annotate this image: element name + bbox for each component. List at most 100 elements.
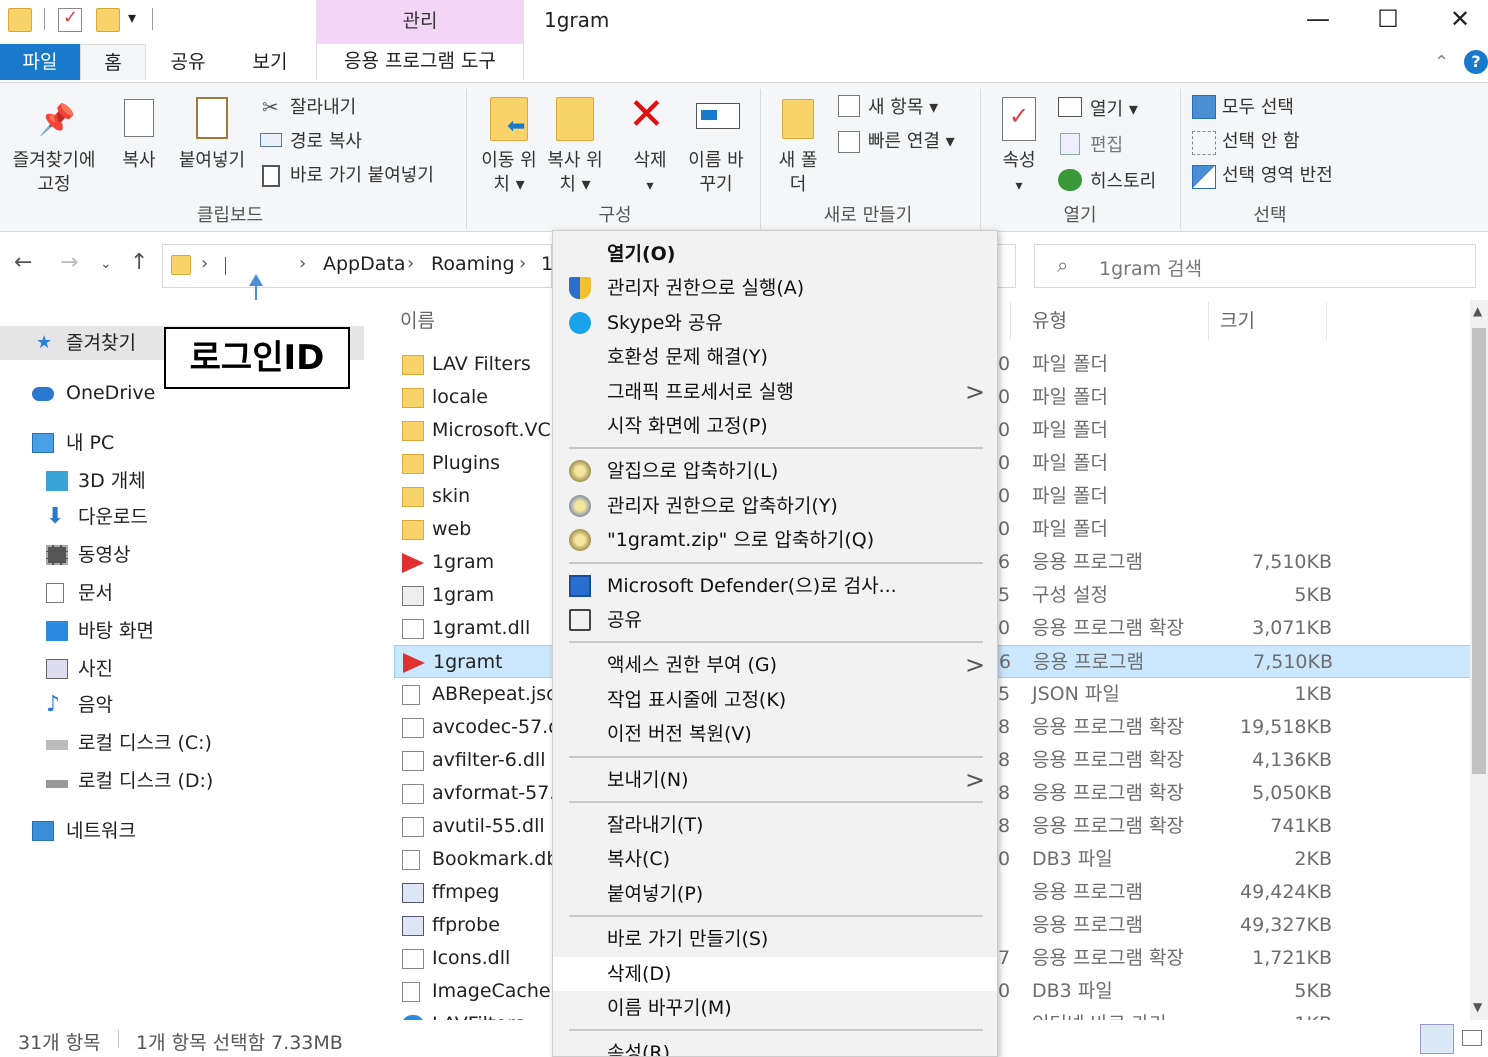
minimize-button[interactable]: — [1288, 4, 1348, 36]
divider [1180, 89, 1181, 229]
maximize-button[interactable]: ☐ [1358, 4, 1418, 36]
date-fragment: 8 [998, 815, 1011, 837]
menu-separator [569, 915, 983, 918]
nav-label: 로컬 디스크 (C:) [78, 732, 212, 754]
menu-item[interactable]: 이전 버전 복원(V) [553, 717, 997, 751]
new-folder-button[interactable]: 새 폴더 [774, 149, 822, 197]
paste-button[interactable]: 붙여넣기 [172, 149, 252, 173]
properties-check-icon[interactable]: ✓ [58, 7, 82, 32]
menu-item[interactable]: 이름 바꾸기(M) [553, 991, 997, 1025]
menu-item[interactable]: 관리자 권한으로 실행(A) [553, 271, 997, 305]
file-name: LAVFilters [432, 1008, 525, 1020]
menu-item[interactable]: 관리자 권한으로 압축하기(Y) [553, 489, 997, 523]
menu-item[interactable]: 보내기(N) > [553, 763, 997, 797]
details-view-icon[interactable] [1420, 1024, 1454, 1054]
paste-shortcut-icon [262, 165, 280, 187]
column-divider[interactable] [1208, 302, 1209, 340]
menu-item[interactable]: 작업 표시줄에 고정(K) [553, 683, 997, 717]
pin-button[interactable]: 즐겨찾기에 고정 [4, 149, 104, 197]
tab-file[interactable]: 파일 [0, 44, 80, 80]
scrollbar-thumb[interactable] [1472, 328, 1486, 774]
recent-dropdown-icon[interactable]: ⌄ [100, 256, 112, 272]
menu-item[interactable]: 바로 가기 만들기(S) [553, 922, 997, 956]
file-name: Bookmark.db3 [432, 848, 571, 870]
menu-item[interactable]: 속성(R) [553, 1036, 997, 1056]
file-icon [402, 982, 420, 1002]
copy-path-button[interactable]: 경로 복사 [290, 127, 362, 153]
move-to-button[interactable]: 이동 위치 ▾ [478, 149, 540, 197]
new-item-button[interactable]: 새 항목 ▾ [868, 93, 938, 119]
ribbon-collapse-icon[interactable]: ⌃ [1434, 52, 1449, 73]
folder-icon[interactable] [8, 8, 32, 32]
date-fragment: 6 [998, 551, 1011, 573]
column-divider[interactable] [1010, 302, 1011, 340]
exe-icon [402, 916, 424, 936]
menu-item[interactable]: 잘라내기(T) [553, 808, 997, 842]
properties-label: 속성 [1002, 150, 1036, 171]
large-icons-view-icon[interactable] [1462, 1030, 1482, 1046]
menu-item[interactable]: 복사(C) [553, 842, 997, 876]
menu-item[interactable]: 공유 [553, 603, 997, 637]
scroll-down-icon[interactable]: ▼ [1473, 1000, 1482, 1014]
open-button[interactable]: 열기 ▾ [1090, 95, 1138, 121]
app-icon [403, 653, 425, 673]
column-header-size[interactable]: 크기 [1220, 306, 1255, 333]
select-all-button[interactable]: 모두 선택 [1222, 93, 1294, 119]
easy-access-button[interactable]: 빠른 연결 ▾ [868, 127, 955, 153]
file-type: 응용 프로그램 [1033, 651, 1144, 673]
menu-item[interactable]: 시작 화면에 고정(P) [553, 409, 997, 443]
breadcrumb-roaming[interactable]: Roaming [431, 253, 515, 275]
copy-to-button[interactable]: 복사 위치 ▾ [544, 149, 606, 197]
scroll-up-icon[interactable]: ▲ [1473, 304, 1482, 318]
back-arrow-icon[interactable]: ← [14, 250, 32, 275]
menu-item-label: 알집으로 압축하기(L) [607, 460, 779, 483]
menu-item[interactable]: 열기(O) [553, 237, 997, 271]
menu-item[interactable]: 호환성 문제 해결(Y) [553, 340, 997, 374]
breadcrumb-appdata[interactable]: AppData [323, 253, 406, 275]
copy-button[interactable]: 복사 [114, 149, 164, 173]
select-none-icon [1192, 131, 1216, 155]
menu-item[interactable]: Skype와 공유 [553, 306, 997, 340]
file-name: 1gramt.dll [432, 617, 531, 639]
file-type: 응용 프로그램 확장 [1032, 716, 1184, 738]
context-tab-manage[interactable]: 관리 [316, 0, 524, 44]
properties-button[interactable]: 속성 ▾ [994, 149, 1044, 198]
new-folder-icon[interactable] [96, 8, 120, 32]
select-none-button[interactable]: 선택 안 함 [1222, 127, 1300, 153]
search-box[interactable]: ⌕ 1gram 검색 [1034, 244, 1476, 288]
history-button[interactable]: 히스토리 [1090, 167, 1156, 193]
date-fragment: 0 [998, 980, 1011, 1002]
download-icon: ⬇ [46, 504, 65, 529]
nav-label: 음악 [78, 694, 113, 716]
tab-share[interactable]: 공유 [166, 44, 210, 80]
menu-item[interactable]: 붙여넣기(P) [553, 877, 997, 911]
menu-item[interactable]: "1gramt.zip" 으로 압축하기(Q) [553, 523, 997, 557]
menu-item[interactable]: 알집으로 압축하기(L) [553, 454, 997, 488]
column-header-name[interactable]: 이름 [400, 306, 435, 333]
forward-arrow-icon[interactable]: → [60, 250, 78, 275]
delete-button[interactable]: 삭제 ▾ [624, 149, 676, 198]
file-type: 파일 폴더 [1032, 485, 1108, 507]
up-arrow-icon[interactable]: ↑ [130, 250, 148, 275]
menu-item[interactable]: Microsoft Defender(으)로 검사... [553, 569, 997, 603]
edit-button[interactable]: 편집 [1090, 131, 1123, 157]
close-button[interactable]: ✕ [1430, 4, 1488, 36]
menu-item[interactable]: 액세스 권한 부여 (G) > [553, 648, 997, 682]
invert-selection-button[interactable]: 선택 영역 반전 [1222, 161, 1333, 187]
nav-label: 문서 [78, 582, 113, 604]
address-bar[interactable]: › › AppData › Roaming › 1 [162, 244, 553, 288]
column-header-type[interactable]: 유형 [1032, 306, 1067, 333]
qat-dropdown-icon[interactable]: ▾ [128, 8, 136, 27]
menu-item[interactable]: 그래픽 프로세서로 실행 > [553, 375, 997, 409]
tab-home[interactable]: 홈 [80, 44, 146, 80]
tab-view[interactable]: 보기 [248, 44, 292, 80]
vertical-scrollbar[interactable]: ▲ ▼ [1470, 300, 1488, 1020]
menu-item[interactable]: 삭제(D) [553, 956, 997, 991]
help-icon[interactable]: ? [1464, 50, 1488, 74]
cut-button[interactable]: 잘라내기 [290, 93, 356, 119]
rename-button[interactable]: 이름 바꾸기 [684, 149, 748, 197]
tab-app-tools[interactable]: 응용 프로그램 도구 [316, 44, 524, 80]
paste-shortcut-button[interactable]: 바로 가기 붙여넣기 [290, 161, 434, 187]
column-divider[interactable] [1326, 302, 1327, 340]
dll-icon [402, 718, 424, 738]
